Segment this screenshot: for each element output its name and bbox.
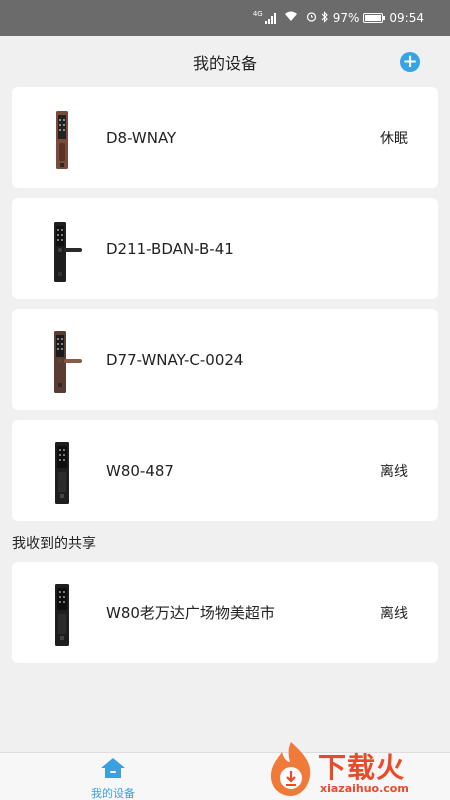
watermark: 下载火 xiazaihuo.com	[262, 740, 450, 800]
device-card[interactable]: D8-WNAY 休眠	[12, 87, 438, 188]
nav-label: 我的设备	[91, 787, 135, 800]
flame-logo-icon	[266, 740, 316, 800]
door-lock-icon	[38, 103, 88, 173]
device-status: 休眠	[380, 130, 408, 147]
device-card[interactable]: D211-BDAN-B-41	[12, 198, 438, 299]
clock: 09:54	[389, 11, 424, 25]
device-status: 离线	[380, 605, 408, 622]
door-lock-icon	[38, 214, 88, 284]
device-name: D211-BDAN-B-41	[106, 239, 234, 258]
device-name: W80-487	[106, 461, 174, 480]
device-name: W80老万达广场物美超市	[106, 604, 275, 622]
shared-section-title: 我收到的共享	[12, 536, 96, 552]
device-status: 离线	[380, 463, 408, 480]
status-bar: 4G 97% 09:54	[0, 0, 450, 36]
device-name: D8-WNAY	[106, 128, 177, 147]
network-type: 4G	[252, 10, 263, 18]
page-header: 我的设备 +	[0, 36, 450, 88]
watermark-text: 下载火	[318, 751, 406, 784]
home-icon	[100, 758, 126, 783]
battery-percent: 97%	[332, 11, 360, 25]
door-lock-icon	[38, 436, 88, 506]
alarm-icon	[306, 11, 317, 25]
door-lock-icon	[38, 578, 88, 648]
device-name: D77-WNAY-C-0024	[106, 350, 244, 369]
device-card[interactable]: D77-WNAY-C-0024	[12, 309, 438, 410]
device-card[interactable]: W80-487 离线	[12, 420, 438, 521]
add-device-button[interactable]: +	[400, 52, 420, 72]
page-title: 我的设备	[192, 54, 257, 73]
watermark-url: xiazaihuo.com	[320, 782, 409, 795]
signal-icon	[264, 12, 276, 24]
plus-icon: +	[402, 51, 418, 72]
nav-my-devices[interactable]: 我的设备	[78, 757, 148, 800]
wifi-icon	[284, 11, 298, 25]
battery-icon	[363, 13, 386, 23]
door-lock-icon	[38, 325, 88, 395]
shared-device-card[interactable]: W80老万达广场物美超市 离线	[12, 562, 438, 663]
bluetooth-icon	[321, 10, 329, 26]
